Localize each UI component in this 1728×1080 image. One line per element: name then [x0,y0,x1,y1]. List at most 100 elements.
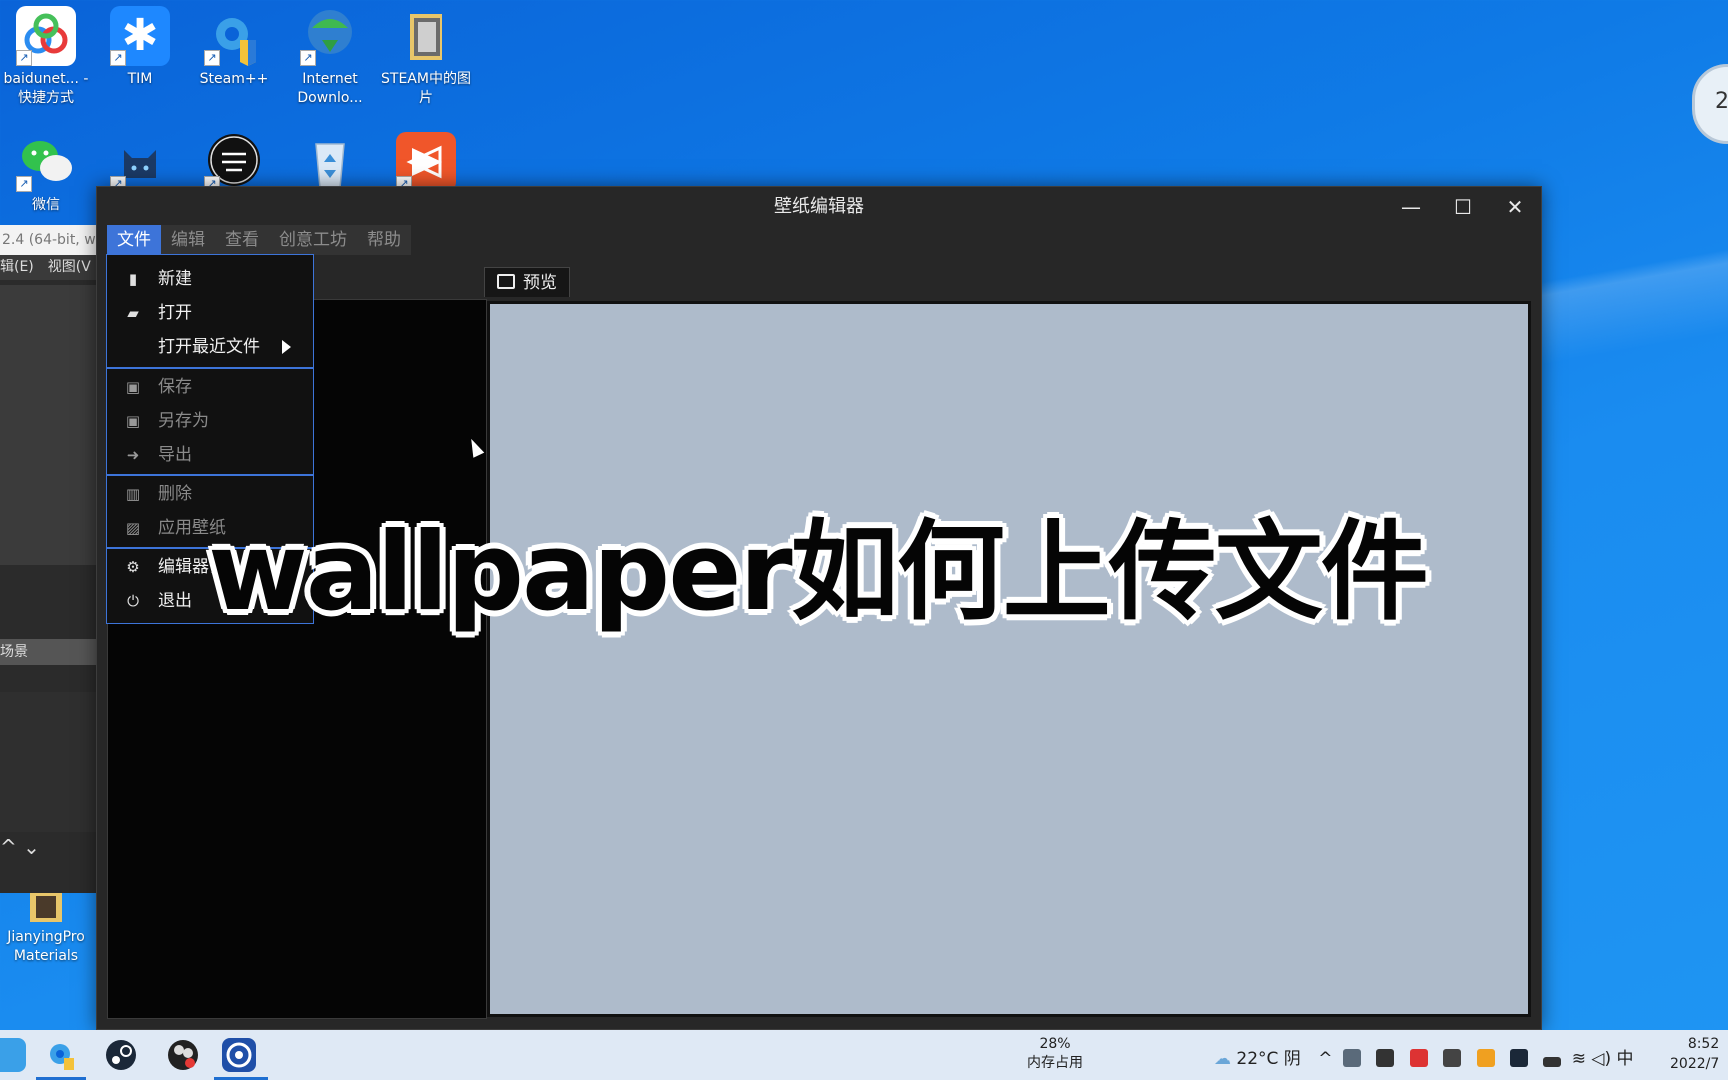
memory-usage-widget[interactable]: 28% 内存占用 [1020,1035,1090,1073]
battery-icon[interactable] [1543,1057,1562,1067]
wallpaper-engine-icon[interactable] [222,1038,256,1072]
menu-item-save-as[interactable]: ▣ 另存为 [107,405,313,437]
weather-text[interactable]: 22°C 阴 [1236,1049,1300,1069]
folder-icon [396,6,456,66]
background-scene-header: 场景 [0,639,96,665]
menu-edit[interactable]: 编辑 [161,225,215,255]
clock-time: 8:52 [1687,1036,1720,1052]
maximize-button[interactable]: ☐ [1443,193,1483,221]
desktop-icon-label: STEAM中的图片 [381,71,471,106]
steam-plus-icon: ↗ [204,6,264,66]
tray-colorful-icon[interactable] [1476,1049,1495,1067]
menu-item-save[interactable]: ▣ 保存 [107,371,313,403]
desktop-icon-baidunetdisk[interactable]: ↗ baidunet... - 快捷方式 [0,6,92,108]
desktop-clock-gadget[interactable]: 2 [1692,64,1728,144]
recycle-bin-icon [300,132,360,192]
taskbar-clock[interactable]: 8:52 2022/7 [1670,1034,1719,1074]
power-icon: ⏻ [127,592,139,610]
menu-item-label: 保存 [158,377,192,397]
gears-icon: ⚙ [126,558,140,576]
system-tray: ☁ 22°C 阴 ^ ≋ ◁) 中 [1214,1044,1634,1069]
steam-tray-icon[interactable] [1509,1049,1528,1067]
image-icon: ▨ [125,519,141,537]
menu-item-open[interactable]: ▰ 打开 [107,297,313,329]
submenu-arrow-icon [282,340,291,354]
menu-item-label: 另存为 [158,411,209,431]
desktop-icon-label: 微信 [32,197,60,213]
video-caption: wallpaper如何上传文件 [208,510,1429,635]
desktop-icon-steam-pictures[interactable]: STEAM中的图片 [380,6,472,108]
chevron-up-down-icon[interactable]: ^ ⌄ [0,835,40,859]
tab-preview-label: 预览 [523,273,557,293]
tim-icon: ✱ ↗ [110,6,170,66]
shortcut-arrow-icon: ↗ [16,50,32,66]
background-menu-view[interactable]: 视图(V [48,259,91,275]
desktop-icon-label: Steam++ [199,71,269,87]
obs-icon[interactable] [166,1038,200,1072]
wifi-icon[interactable]: ≋ [1572,1049,1586,1069]
fengyu-app-icon: ↗ [204,132,264,192]
desktop-icon-label: TIM [127,71,153,87]
background-menu-edit[interactable]: 辑(E) [0,259,34,275]
desktop-icon-wechat[interactable]: ↗ 微信 [0,132,92,215]
trash-icon: ▥ [125,485,141,503]
wechat-icon: ↗ [16,132,76,192]
desktop-icon-label: Internet Downlo... [297,71,363,106]
menu-item-label: 新建 [158,269,192,289]
folder-open-icon: ▰ [127,304,139,322]
shortcut-arrow-icon: ↗ [110,50,126,66]
menu-item-label: 删除 [158,484,192,504]
video-app-icon: ↗ [396,132,456,192]
shortcut-arrow-icon: ↗ [300,50,316,66]
menu-divider [107,474,313,476]
background-app-window[interactable]: 2.4 (64-bit, wi 辑(E) 视图(V 场景 ^ ⌄ [0,225,96,893]
tray-record-icon[interactable] [1409,1049,1428,1067]
volume-icon[interactable]: ◁) [1591,1049,1611,1069]
desktop-icon-idm[interactable]: ↗ Internet Downlo... [284,6,376,108]
ime-indicator[interactable]: 中 [1617,1049,1634,1069]
shortcut-arrow-icon: ↗ [16,176,32,192]
menu-item-label: 退出 [158,591,192,611]
steam-plus-icon[interactable] [44,1038,78,1072]
window-title: 壁纸编辑器 [774,196,864,217]
image-icon [497,274,515,289]
new-file-icon: ▮ [128,270,138,288]
desktop-icon-jianying-materials[interactable]: JianyingPro Materials [0,888,92,966]
desktop-icon-tim[interactable]: ✱ ↗ TIM [94,6,186,89]
desktop-icon-label: baidunet... - 快捷方式 [3,71,89,106]
minimize-button[interactable]: — [1391,193,1431,221]
menu-item-open-recent[interactable]: 打开最近文件 [107,331,313,363]
memory-percent: 28% [1039,1036,1071,1052]
background-window-lower-panel [0,692,96,832]
steam-icon[interactable] [104,1038,138,1072]
menu-item-label: 打开 [158,303,192,323]
menu-view[interactable]: 查看 [215,225,269,255]
app-icon[interactable] [0,1038,26,1072]
tab-preview[interactable]: 预览 [484,267,570,297]
close-button[interactable]: ✕ [1495,193,1535,221]
memory-label: 内存占用 [1027,1055,1083,1071]
baidunetdisk-icon: ↗ [16,6,76,66]
save-icon: ▣ [125,378,141,396]
taskbar: 28% 内存占用 ☁ 22°C 阴 ^ ≋ ◁) 中 8:52 2022/7 [0,1030,1728,1080]
menu-item-export[interactable]: ➜ 导出 [107,439,313,471]
background-window-title: 2.4 (64-bit, wi [0,225,96,255]
desktop-icon-label: JianyingPro Materials [7,929,85,964]
tray-app-icon[interactable] [1443,1049,1462,1067]
menu-item-new[interactable]: ▮ 新建 [107,263,313,295]
menu-divider [107,367,313,369]
tray-app-icon[interactable] [1342,1049,1361,1067]
chevron-up-icon[interactable]: ^ [1318,1049,1332,1069]
menu-file[interactable]: 文件 [107,225,161,255]
internet-download-manager-icon: ↗ [300,6,360,66]
desktop-icon-steam-plus[interactable]: ↗ Steam++ [188,6,280,89]
menu-help[interactable]: 帮助 [357,225,411,255]
clock-date: 2022/7 [1670,1056,1720,1072]
background-window-panel [0,285,96,565]
editor-menubar: 文件 编辑 查看 创意工坊 帮助 [107,225,411,255]
shortcut-arrow-icon: ↗ [204,50,220,66]
microphone-icon[interactable] [1376,1049,1395,1067]
menu-item-label: 打开最近文件 [158,337,260,357]
preview-canvas[interactable] [487,301,1531,1017]
menu-workshop[interactable]: 创意工坊 [269,225,357,255]
